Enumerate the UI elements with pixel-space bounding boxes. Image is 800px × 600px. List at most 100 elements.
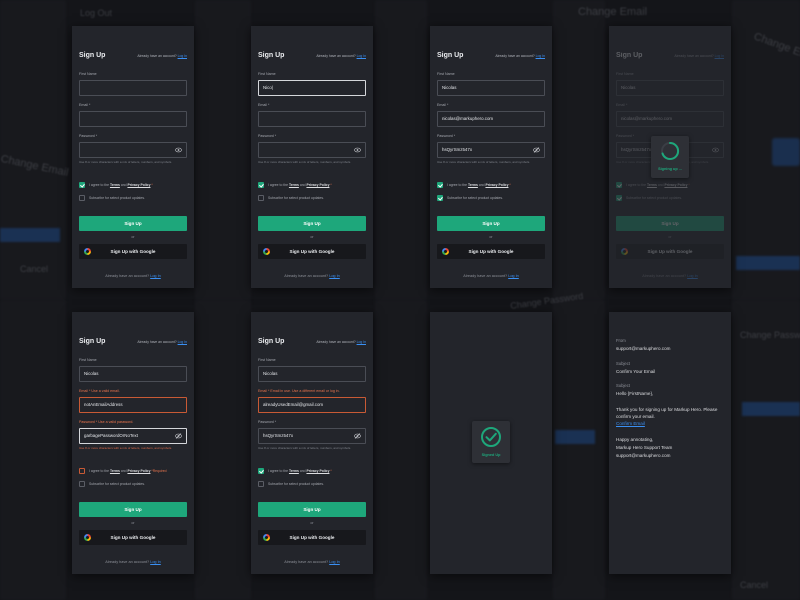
email-input[interactable] bbox=[258, 111, 366, 127]
first-name-label: First Name bbox=[79, 72, 97, 76]
privacy-link[interactable]: Privacy Policy bbox=[127, 469, 150, 473]
first-name-input: Nicolas bbox=[616, 80, 724, 96]
signup-button[interactable]: Sign Up bbox=[258, 502, 366, 517]
terms-checkbox[interactable] bbox=[258, 468, 264, 474]
terms-checkbox[interactable] bbox=[437, 182, 443, 188]
card-header: Sign Up Already have an account? Log In bbox=[79, 52, 187, 64]
google-signup-button[interactable]: Sign Up with Google bbox=[79, 244, 187, 259]
team-name: Markup Hero Support Team bbox=[616, 445, 673, 450]
eye-icon[interactable] bbox=[354, 147, 361, 153]
subscribe-text: Subscribe for select product updates. bbox=[89, 196, 145, 200]
footer-login-link[interactable]: Log In bbox=[329, 560, 340, 564]
email-input[interactable]: notAnEmailAddress bbox=[79, 397, 187, 413]
terms-checkbox bbox=[616, 182, 622, 188]
email-label: Email * bbox=[437, 103, 449, 107]
privacy-link[interactable]: Privacy Policy bbox=[485, 183, 508, 187]
subject-value: Confirm Your Email bbox=[616, 369, 656, 374]
first-name-input[interactable]: Nico| bbox=[258, 80, 366, 96]
terms-checkbox[interactable] bbox=[79, 468, 85, 474]
confirm-email-link[interactable]: Confirm Email bbox=[616, 421, 726, 428]
subscribe-checkbox[interactable] bbox=[258, 195, 264, 201]
terms-checkbox[interactable] bbox=[79, 182, 85, 188]
first-name-label: First Name bbox=[79, 358, 97, 362]
email-error: Email in use. Use a different email or l… bbox=[270, 389, 340, 393]
privacy-link[interactable]: Privacy Policy bbox=[306, 469, 329, 473]
subscribe-checkbox[interactable] bbox=[79, 195, 85, 201]
first-name-input[interactable] bbox=[79, 80, 187, 96]
terms-link[interactable]: Terms bbox=[289, 469, 299, 473]
email-input[interactable] bbox=[79, 111, 187, 127]
google-icon bbox=[263, 534, 270, 541]
google-signup-button[interactable]: Sign Up with Google bbox=[79, 530, 187, 545]
google-signup-button[interactable]: Sign Up with Google bbox=[437, 244, 545, 259]
ghost-panel bbox=[0, 300, 66, 600]
login-link[interactable]: Log In bbox=[357, 54, 366, 58]
footer-login-link[interactable]: Log In bbox=[508, 274, 519, 278]
password-error: Use a valid password. bbox=[98, 420, 134, 424]
terms-link[interactable]: Terms bbox=[110, 469, 120, 473]
terms-text: I agree to the Terms and Privacy Policy … bbox=[268, 183, 332, 187]
password-hint: Use 8 or more characters with a mix of l… bbox=[437, 160, 531, 164]
ghost-text: Log Out bbox=[80, 8, 113, 18]
password-label: Password * Use a valid password. bbox=[79, 420, 134, 424]
body-text: Thank you for signing up for Markup Hero… bbox=[616, 407, 718, 419]
ghost-button bbox=[0, 228, 60, 242]
eye-off-icon[interactable] bbox=[354, 433, 361, 439]
privacy-link[interactable]: Privacy Policy bbox=[306, 183, 329, 187]
subscribe-text: Subscribe for select product updates. bbox=[626, 196, 682, 200]
have-account-text: Already have an account? Log In bbox=[316, 54, 366, 58]
footer-login-link[interactable]: Log In bbox=[150, 560, 161, 564]
terms-text: I agree to the Terms and Privacy Policy … bbox=[626, 183, 690, 187]
signup-button[interactable]: Sign Up bbox=[437, 216, 545, 231]
ghost-panel bbox=[732, 300, 800, 600]
eye-icon[interactable] bbox=[175, 147, 182, 153]
footer-login-link[interactable]: Log In bbox=[329, 274, 340, 278]
first-name-label: First Name bbox=[258, 358, 276, 362]
google-signup-button[interactable]: Sign Up with Google bbox=[258, 244, 366, 259]
password-value: hsQyrSmz547x bbox=[263, 433, 294, 438]
login-link[interactable]: Log In bbox=[536, 54, 545, 58]
body-label: Subject bbox=[616, 383, 630, 388]
ghost-text: Cancel bbox=[740, 580, 769, 590]
signup-button[interactable]: Sign Up bbox=[79, 216, 187, 231]
password-input[interactable]: hsQyrSmz547x bbox=[437, 142, 545, 158]
signup-button[interactable]: Sign Up bbox=[79, 502, 187, 517]
password-hint: Use 8 or more characters with a mix of l… bbox=[258, 446, 352, 450]
google-signup-button[interactable]: Sign Up with Google bbox=[258, 530, 366, 545]
password-input[interactable]: hsQyrSmz547x bbox=[258, 428, 366, 444]
card-title: Sign Up bbox=[437, 52, 464, 59]
subscribe-checkbox[interactable] bbox=[437, 195, 443, 201]
terms-text: I agree to the Terms and Privacy Policy … bbox=[89, 469, 167, 473]
subscribe-checkbox[interactable] bbox=[258, 481, 264, 487]
email-input[interactable]: nicolas@markuphero.com bbox=[437, 111, 545, 127]
email-input[interactable]: alreadyUsedEmail@gmail.com bbox=[258, 397, 366, 413]
required-error: *Required bbox=[151, 469, 167, 473]
password-input[interactable] bbox=[258, 142, 366, 158]
first-name-input[interactable]: Nicolas bbox=[258, 366, 366, 382]
ghost-button bbox=[555, 430, 595, 444]
eye-off-icon[interactable] bbox=[533, 147, 540, 153]
terms-link[interactable]: Terms bbox=[468, 183, 478, 187]
email-label: Email * bbox=[616, 103, 628, 107]
login-link[interactable]: Log In bbox=[178, 54, 187, 58]
eye-off-icon[interactable] bbox=[175, 433, 182, 439]
subscribe-checkbox[interactable] bbox=[79, 481, 85, 487]
terms-link[interactable]: Terms bbox=[289, 183, 299, 187]
privacy-link[interactable]: Privacy Policy bbox=[127, 183, 150, 187]
first-name-input[interactable]: Nicolas bbox=[437, 80, 545, 96]
ghost-panel bbox=[375, 300, 427, 600]
first-name-input[interactable]: Nicolas bbox=[79, 366, 187, 382]
password-input[interactable]: garbagePasswordOrNoText bbox=[79, 428, 187, 444]
password-value: hsQyrSmz547x bbox=[621, 147, 652, 152]
card-header: Sign Up Already have an account? Log In bbox=[258, 52, 366, 64]
login-link[interactable]: Log In bbox=[357, 340, 366, 344]
have-account-text: Already have an account? Log In bbox=[316, 340, 366, 344]
terms-link[interactable]: Terms bbox=[110, 183, 120, 187]
terms-checkbox[interactable] bbox=[258, 182, 264, 188]
password-hint: Use 8 or more characters with a mix of l… bbox=[79, 446, 173, 450]
signup-button[interactable]: Sign Up bbox=[258, 216, 366, 231]
password-label: Password * bbox=[258, 420, 277, 424]
footer-login-link[interactable]: Log In bbox=[150, 274, 161, 278]
login-link[interactable]: Log In bbox=[178, 340, 187, 344]
password-input[interactable] bbox=[79, 142, 187, 158]
